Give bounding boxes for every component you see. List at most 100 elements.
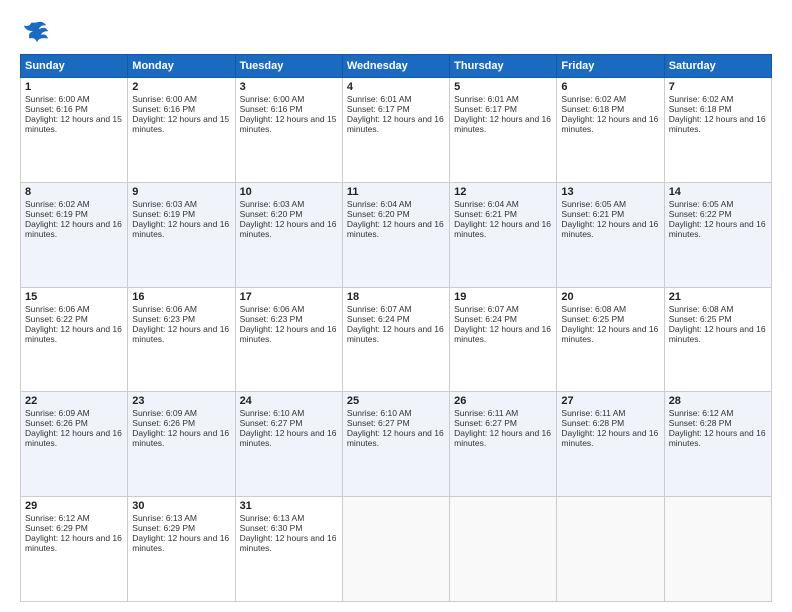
sunrise-text: Sunrise: 6:05 AM [669, 199, 734, 209]
sunrise-text: Sunrise: 6:05 AM [561, 199, 626, 209]
day-number: 30 [132, 500, 230, 512]
sunrise-text: Sunrise: 6:02 AM [669, 94, 734, 104]
sunrise-text: Sunrise: 6:01 AM [454, 94, 519, 104]
sunrise-text: Sunrise: 6:06 AM [240, 304, 305, 314]
daylight-text: Daylight: 12 hours and 16 minutes. [669, 219, 766, 239]
sunset-text: Sunset: 6:18 PM [561, 104, 624, 114]
calendar-cell: 9Sunrise: 6:03 AMSunset: 6:19 PMDaylight… [128, 182, 235, 287]
daylight-text: Daylight: 12 hours and 16 minutes. [454, 324, 551, 344]
calendar-cell: 2Sunrise: 6:00 AMSunset: 6:16 PMDaylight… [128, 78, 235, 183]
sunset-text: Sunset: 6:28 PM [669, 418, 732, 428]
day-number: 10 [240, 186, 338, 198]
sunset-text: Sunset: 6:17 PM [454, 104, 517, 114]
day-number: 22 [25, 395, 123, 407]
sunrise-text: Sunrise: 6:13 AM [132, 513, 197, 523]
sunrise-text: Sunrise: 6:04 AM [454, 199, 519, 209]
daylight-text: Daylight: 12 hours and 16 minutes. [669, 324, 766, 344]
sunset-text: Sunset: 6:23 PM [132, 314, 195, 324]
day-number: 21 [669, 291, 767, 303]
day-number: 29 [25, 500, 123, 512]
sunset-text: Sunset: 6:25 PM [669, 314, 732, 324]
sunrise-text: Sunrise: 6:12 AM [669, 408, 734, 418]
week-row-5: 29Sunrise: 6:12 AMSunset: 6:29 PMDayligh… [21, 497, 772, 602]
daylight-text: Daylight: 12 hours and 16 minutes. [132, 324, 229, 344]
col-header-thursday: Thursday [450, 55, 557, 78]
day-number: 1 [25, 81, 123, 93]
calendar-cell: 23Sunrise: 6:09 AMSunset: 6:26 PMDayligh… [128, 392, 235, 497]
daylight-text: Daylight: 12 hours and 15 minutes. [25, 114, 122, 134]
sunset-text: Sunset: 6:27 PM [454, 418, 517, 428]
day-number: 7 [669, 81, 767, 93]
sunset-text: Sunset: 6:16 PM [132, 104, 195, 114]
sunset-text: Sunset: 6:21 PM [561, 209, 624, 219]
day-number: 23 [132, 395, 230, 407]
col-header-wednesday: Wednesday [342, 55, 449, 78]
calendar-cell: 15Sunrise: 6:06 AMSunset: 6:22 PMDayligh… [21, 287, 128, 392]
sunrise-text: Sunrise: 6:07 AM [454, 304, 519, 314]
daylight-text: Daylight: 12 hours and 16 minutes. [240, 533, 337, 553]
sunset-text: Sunset: 6:18 PM [669, 104, 732, 114]
calendar-cell: 11Sunrise: 6:04 AMSunset: 6:20 PMDayligh… [342, 182, 449, 287]
daylight-text: Daylight: 12 hours and 16 minutes. [240, 219, 337, 239]
calendar-cell: 30Sunrise: 6:13 AMSunset: 6:29 PMDayligh… [128, 497, 235, 602]
sunrise-text: Sunrise: 6:07 AM [347, 304, 412, 314]
calendar-cell: 29Sunrise: 6:12 AMSunset: 6:29 PMDayligh… [21, 497, 128, 602]
day-number: 14 [669, 186, 767, 198]
calendar-cell: 5Sunrise: 6:01 AMSunset: 6:17 PMDaylight… [450, 78, 557, 183]
calendar-cell: 4Sunrise: 6:01 AMSunset: 6:17 PMDaylight… [342, 78, 449, 183]
day-number: 2 [132, 81, 230, 93]
daylight-text: Daylight: 12 hours and 16 minutes. [561, 114, 658, 134]
week-row-2: 8Sunrise: 6:02 AMSunset: 6:19 PMDaylight… [21, 182, 772, 287]
daylight-text: Daylight: 12 hours and 16 minutes. [25, 428, 122, 448]
sunrise-text: Sunrise: 6:02 AM [25, 199, 90, 209]
sunset-text: Sunset: 6:25 PM [561, 314, 624, 324]
day-number: 20 [561, 291, 659, 303]
week-row-3: 15Sunrise: 6:06 AMSunset: 6:22 PMDayligh… [21, 287, 772, 392]
day-number: 9 [132, 186, 230, 198]
logo-bird-icon [22, 18, 50, 46]
day-number: 11 [347, 186, 445, 198]
sunset-text: Sunset: 6:22 PM [25, 314, 88, 324]
header [20, 18, 772, 46]
day-number: 28 [669, 395, 767, 407]
calendar-cell: 10Sunrise: 6:03 AMSunset: 6:20 PMDayligh… [235, 182, 342, 287]
daylight-text: Daylight: 12 hours and 16 minutes. [669, 428, 766, 448]
calendar-cell: 20Sunrise: 6:08 AMSunset: 6:25 PMDayligh… [557, 287, 664, 392]
day-number: 4 [347, 81, 445, 93]
sunrise-text: Sunrise: 6:00 AM [240, 94, 305, 104]
sunset-text: Sunset: 6:17 PM [347, 104, 410, 114]
sunset-text: Sunset: 6:20 PM [240, 209, 303, 219]
sunrise-text: Sunrise: 6:02 AM [561, 94, 626, 104]
page: SundayMondayTuesdayWednesdayThursdayFrid… [0, 0, 792, 612]
sunset-text: Sunset: 6:29 PM [132, 523, 195, 533]
day-number: 24 [240, 395, 338, 407]
sunrise-text: Sunrise: 6:08 AM [669, 304, 734, 314]
sunset-text: Sunset: 6:21 PM [454, 209, 517, 219]
daylight-text: Daylight: 12 hours and 16 minutes. [347, 428, 444, 448]
col-header-sunday: Sunday [21, 55, 128, 78]
sunset-text: Sunset: 6:30 PM [240, 523, 303, 533]
daylight-text: Daylight: 12 hours and 16 minutes. [25, 533, 122, 553]
sunset-text: Sunset: 6:19 PM [25, 209, 88, 219]
calendar-cell: 3Sunrise: 6:00 AMSunset: 6:16 PMDaylight… [235, 78, 342, 183]
calendar-cell: 12Sunrise: 6:04 AMSunset: 6:21 PMDayligh… [450, 182, 557, 287]
sunset-text: Sunset: 6:19 PM [132, 209, 195, 219]
sunrise-text: Sunrise: 6:03 AM [240, 199, 305, 209]
day-number: 25 [347, 395, 445, 407]
sunset-text: Sunset: 6:27 PM [347, 418, 410, 428]
daylight-text: Daylight: 12 hours and 16 minutes. [132, 219, 229, 239]
day-number: 18 [347, 291, 445, 303]
day-number: 5 [454, 81, 552, 93]
daylight-text: Daylight: 12 hours and 16 minutes. [561, 219, 658, 239]
day-number: 6 [561, 81, 659, 93]
daylight-text: Daylight: 12 hours and 16 minutes. [454, 114, 551, 134]
sunset-text: Sunset: 6:24 PM [454, 314, 517, 324]
daylight-text: Daylight: 12 hours and 15 minutes. [132, 114, 229, 134]
sunset-text: Sunset: 6:16 PM [25, 104, 88, 114]
sunrise-text: Sunrise: 6:00 AM [25, 94, 90, 104]
calendar-cell [664, 497, 771, 602]
sunset-text: Sunset: 6:24 PM [347, 314, 410, 324]
daylight-text: Daylight: 12 hours and 16 minutes. [454, 428, 551, 448]
calendar-cell: 6Sunrise: 6:02 AMSunset: 6:18 PMDaylight… [557, 78, 664, 183]
day-number: 31 [240, 500, 338, 512]
